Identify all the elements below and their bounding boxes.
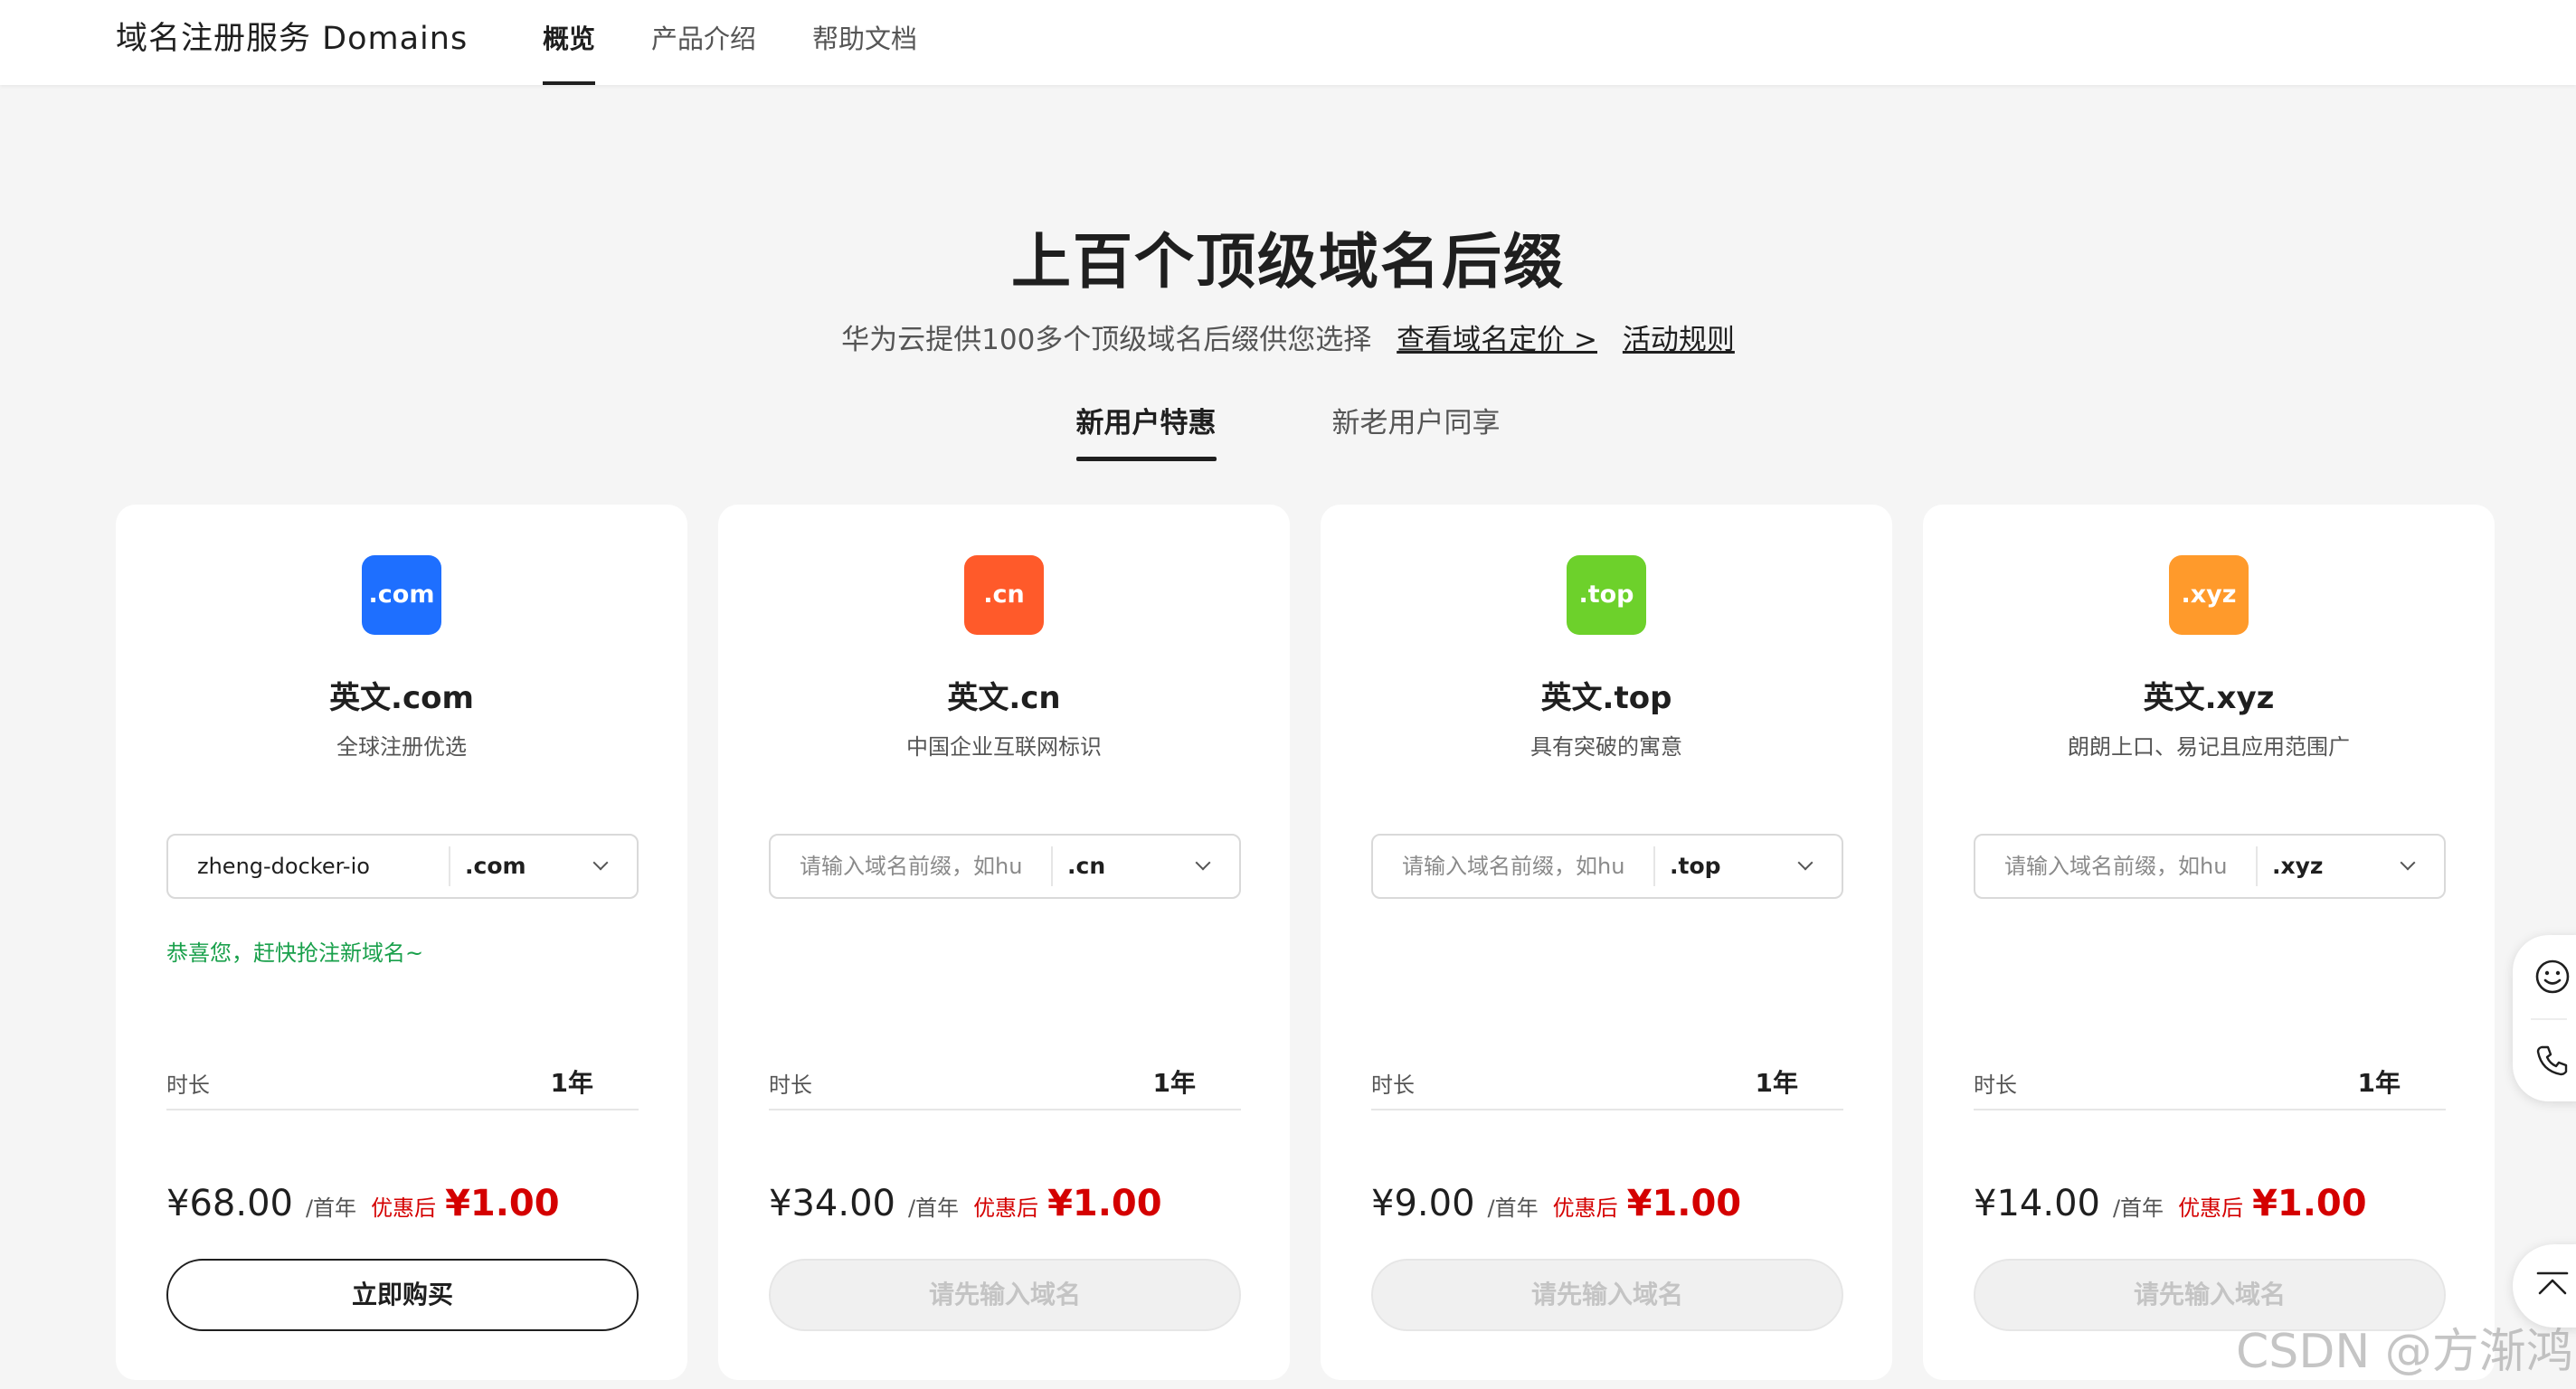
domain-search-box: .cn [769, 834, 1241, 899]
activity-rules-link[interactable]: 活动规则 [1623, 324, 1735, 356]
suffix-select[interactable]: .com [450, 846, 637, 886]
availability-message: 恭喜您，赶快抢注新域名~ [166, 940, 424, 966]
domain-prefix-input[interactable] [168, 846, 450, 886]
duration-value: 1年 [2357, 1068, 2401, 1098]
nav-overview[interactable]: 概览 [543, 0, 596, 85]
domain-search-box: .top [1371, 834, 1843, 899]
card-title: 英文.top [1540, 680, 1672, 716]
csdn-watermark: CSDN @方渐鸿 [2236, 1325, 2573, 1379]
card-title: 英文.xyz [2143, 680, 2275, 716]
back-to-top-icon [2536, 1271, 2569, 1295]
chevron-down-icon [1195, 855, 1211, 871]
brand-title[interactable]: 域名注册服务 Domains [116, 16, 468, 61]
chevron-down-icon [1797, 855, 1814, 871]
suffix-value: .xyz [2272, 853, 2324, 879]
duration-value: 1年 [550, 1068, 593, 1098]
domain-card-xyz: .xyz 英文.xyz 朗朗上口、易记且应用范围广 .xyz 时长 1年 ¥14… [1923, 505, 2495, 1380]
card-desc: 具有突破的寓意 [1530, 734, 1682, 760]
suffix-select[interactable]: .top [1655, 846, 1842, 886]
price-unit: /首年 [305, 1195, 357, 1221]
suffix-value: .top [1670, 853, 1721, 879]
price-row: ¥9.00 /首年 优惠后 ¥1.00 [1371, 1183, 1741, 1224]
price-row: ¥14.00 /首年 优惠后 ¥1.00 [1974, 1183, 2367, 1224]
duration-row[interactable]: 时长 1年 [166, 1063, 639, 1110]
phone-icon[interactable] [2533, 1040, 2572, 1080]
floating-service-panel [2513, 935, 2576, 1101]
discount-label: 优惠后 [371, 1195, 437, 1221]
card-title: 英文.cn [947, 680, 1061, 716]
discount-label: 优惠后 [2178, 1195, 2244, 1221]
cn-badge-icon: .cn [964, 555, 1044, 635]
original-price: ¥14.00 [1974, 1183, 2100, 1224]
original-price: ¥34.00 [769, 1183, 895, 1224]
price-row: ¥34.00 /首年 优惠后 ¥1.00 [769, 1183, 1162, 1224]
price-unit: /首年 [907, 1195, 960, 1221]
suffix-value: .cn [1067, 853, 1106, 879]
suffix-value: .com [465, 853, 526, 879]
final-price: ¥1.00 [1047, 1183, 1162, 1224]
final-price: ¥1.00 [2252, 1183, 2367, 1224]
nav-product-intro[interactable]: 产品介绍 [651, 0, 756, 85]
top-nav: 概览 产品介绍 帮助文档 [543, 0, 917, 85]
top-header: 域名注册服务 Domains 概览 产品介绍 帮助文档 [0, 0, 2576, 85]
card-desc: 全球注册优选 [336, 734, 467, 760]
top-badge-icon: .top [1567, 555, 1646, 635]
card-desc: 中国企业互联网标识 [906, 734, 1102, 760]
domain-card-com: .com 英文.com 全球注册优选 .com 恭喜您，赶快抢注新域名~ 时长 … [116, 505, 687, 1380]
original-price: ¥68.00 [166, 1183, 293, 1224]
duration-row[interactable]: 时长 1年 [1371, 1063, 1843, 1110]
duration-value: 1年 [1755, 1068, 1798, 1098]
domain-card-top: .top 英文.top 具有突破的寓意 .top 时长 1年 ¥9.00 /首年… [1321, 505, 1892, 1380]
domain-prefix-input[interactable] [1975, 846, 2258, 886]
final-price: ¥1.00 [1626, 1183, 1742, 1224]
domain-prefix-input[interactable] [1373, 846, 1655, 886]
domain-prefix-input[interactable] [771, 846, 1053, 886]
com-badge-icon: .com [362, 555, 441, 635]
duration-row[interactable]: 时长 1年 [1974, 1063, 2446, 1110]
duration-value: 1年 [1152, 1068, 1196, 1098]
tab-all-users[interactable]: 新老用户同享 [1332, 400, 1501, 461]
hero-subtitle-text: 华为云提供100多个顶级域名后缀供您选择 [841, 324, 1372, 356]
price-unit: /首年 [2112, 1195, 2164, 1221]
panel-divider [2531, 1018, 2567, 1020]
domain-search-box: .com [166, 834, 639, 899]
discount-label: 优惠后 [973, 1195, 1039, 1221]
chevron-down-icon [592, 855, 609, 871]
discount-label: 优惠后 [1552, 1195, 1618, 1221]
enter-domain-first-button[interactable]: 请先输入域名 [1371, 1259, 1843, 1331]
domain-cards: .com 英文.com 全球注册优选 .com 恭喜您，赶快抢注新域名~ 时长 … [116, 505, 2498, 1389]
price-row: ¥68.00 /首年 优惠后 ¥1.00 [166, 1183, 560, 1224]
duration-row[interactable]: 时长 1年 [769, 1063, 1241, 1110]
nav-help-docs[interactable]: 帮助文档 [812, 0, 917, 85]
card-title: 英文.com [329, 680, 474, 716]
xyz-badge-icon: .xyz [2169, 555, 2249, 635]
enter-domain-first-button[interactable]: 请先输入域名 [769, 1259, 1241, 1331]
duration-label: 时长 [769, 1072, 812, 1098]
tab-new-user[interactable]: 新用户特惠 [1075, 400, 1217, 461]
chevron-down-icon [2400, 855, 2416, 871]
duration-label: 时长 [166, 1072, 210, 1098]
duration-label: 时长 [1371, 1072, 1415, 1098]
suffix-select[interactable]: .cn [1053, 846, 1239, 886]
promo-tabs: 新用户特惠 新老用户同享 [0, 400, 2576, 461]
hero-subtitle: 华为云提供100多个顶级域名后缀供您选择 查看域名定价 > 活动规则 [0, 317, 2576, 357]
duration-label: 时长 [1974, 1072, 2017, 1098]
buy-now-button[interactable]: 立即购买 [166, 1259, 639, 1331]
original-price: ¥9.00 [1371, 1183, 1475, 1224]
smile-feedback-icon[interactable] [2533, 957, 2572, 997]
domain-card-cn: .cn 英文.cn 中国企业互联网标识 .cn 时长 1年 ¥34.00 /首年… [718, 505, 1290, 1380]
price-unit: /首年 [1487, 1195, 1539, 1221]
hero-title: 上百个顶级域名后缀 [1011, 227, 1565, 297]
final-price: ¥1.00 [445, 1183, 560, 1224]
card-desc: 朗朗上口、易记且应用范围广 [2068, 734, 2350, 760]
domain-search-box: .xyz [1974, 834, 2446, 899]
suffix-select[interactable]: .xyz [2258, 846, 2444, 886]
pricing-link[interactable]: 查看域名定价 > [1397, 324, 1597, 356]
